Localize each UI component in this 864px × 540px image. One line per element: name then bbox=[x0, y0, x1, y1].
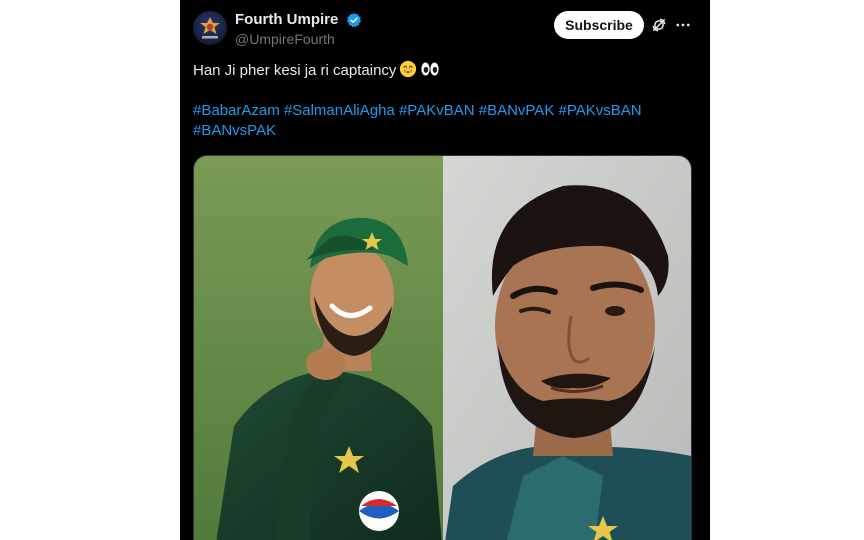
verified-badge-icon bbox=[346, 13, 361, 28]
grinning-face-emoji bbox=[399, 60, 417, 84]
grok-icon[interactable] bbox=[650, 16, 668, 34]
hashtag-link[interactable]: #SalmanAliAgha bbox=[284, 102, 395, 119]
eyes-emoji bbox=[420, 60, 440, 84]
cricketer-smirking-photo bbox=[443, 156, 691, 540]
tweet-text-body: Han Ji pher kesi ja ri captaincy bbox=[193, 62, 397, 79]
tweet-card: Fourth Umpire @UmpireFourth Subscribe Ha… bbox=[180, 0, 710, 540]
media-image-left[interactable] bbox=[194, 156, 443, 540]
more-options-icon[interactable] bbox=[674, 16, 692, 34]
hashtag-list: #BabarAzam #SalmanAliAgha #PAKvBAN #BANv… bbox=[193, 101, 673, 141]
hashtag-link[interactable]: #BANvPAK bbox=[479, 102, 555, 119]
tweet-media[interactable] bbox=[193, 155, 692, 540]
hashtag-link[interactable]: #PAKvsBAN bbox=[559, 102, 642, 119]
hashtag-link[interactable]: #PAKvBAN bbox=[399, 102, 475, 119]
avatar[interactable] bbox=[193, 11, 227, 45]
umpire-logo-icon bbox=[200, 17, 220, 39]
hashtag-link[interactable]: #BANvsPAK bbox=[193, 122, 276, 139]
author-handle[interactable]: @UmpireFourth bbox=[235, 30, 362, 48]
subscribe-button[interactable]: Subscribe bbox=[554, 11, 644, 39]
author-info: Fourth Umpire @UmpireFourth bbox=[235, 11, 362, 48]
media-image-right[interactable] bbox=[443, 156, 691, 540]
cricketer-smiling-photo bbox=[194, 156, 443, 540]
tweet-text: Han Ji pher kesi ja ri captaincy bbox=[193, 60, 698, 84]
hashtag-link[interactable]: #BabarAzam bbox=[193, 102, 280, 119]
author-display-name[interactable]: Fourth Umpire bbox=[235, 11, 338, 29]
